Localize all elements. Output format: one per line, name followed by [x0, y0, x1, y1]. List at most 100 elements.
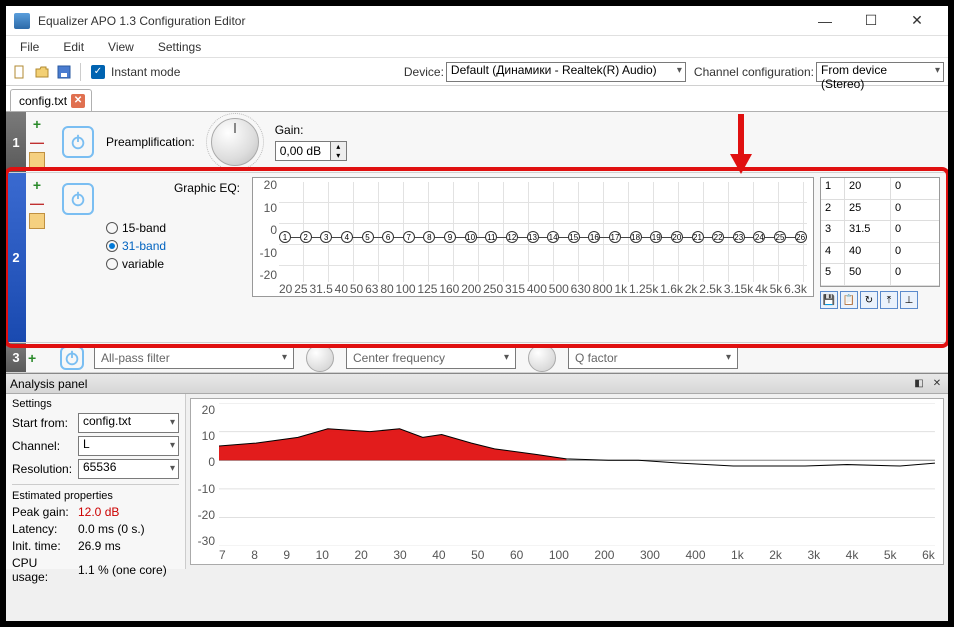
analysis-plot — [219, 403, 935, 546]
device-label: Device: — [404, 65, 444, 79]
channel-config-label: Channel configuration: — [694, 65, 814, 79]
gain-label: Gain: — [275, 123, 347, 137]
tab-label: config.txt — [19, 94, 67, 108]
resolution-select[interactable]: 65536 — [78, 459, 179, 479]
resolution-label: Resolution: — [12, 462, 74, 476]
window-title: Equalizer APO 1.3 Configuration Editor — [38, 14, 802, 28]
analysis-chart[interactable]: 20100-10-20-30 7891020304050601002003004… — [190, 398, 944, 565]
center-freq-knob[interactable] — [306, 344, 334, 372]
invert-eq-icon[interactable]: ↻ — [860, 291, 878, 309]
latency-value: 0.0 ms (0 s.) — [78, 522, 145, 536]
save-file-icon[interactable] — [54, 62, 74, 82]
radio-31-band[interactable]: 31-band — [106, 239, 246, 253]
panel-float-icon[interactable]: ◧ — [912, 377, 926, 391]
block-number-2: 2 — [6, 173, 26, 342]
toolbar-separator — [80, 63, 81, 81]
q-factor-select[interactable]: Q factor▾ — [568, 347, 738, 369]
menu-edit[interactable]: Edit — [53, 38, 94, 56]
q-factor-knob[interactable] — [528, 344, 556, 372]
app-icon — [14, 13, 30, 29]
remove-button[interactable]: — — [30, 134, 44, 150]
device-select[interactable]: Default (Динамики - Realtek(R) Audio) — [446, 62, 686, 82]
radio-15-band[interactable]: 15-band — [106, 221, 246, 235]
filter-type-select[interactable]: All-pass filter▾ — [94, 347, 294, 369]
menu-settings[interactable]: Settings — [148, 38, 211, 56]
eq-band-handles[interactable]: 1234567891011121314151617181920212223242… — [279, 231, 807, 243]
analysis-y-axis: 20100-10-20-30 — [195, 403, 215, 548]
titlebar: Equalizer APO 1.3 Configuration Editor —… — [6, 6, 948, 36]
minimize-button[interactable]: — — [802, 6, 848, 36]
power-toggle[interactable] — [62, 183, 94, 215]
graphic-eq-label: Graphic EQ: — [106, 181, 246, 195]
eq-table-toolbar: 💾 📋 ↻ ⤒ ⊥ — [820, 291, 940, 309]
edit-button[interactable] — [29, 152, 45, 168]
peak-gain-value: 12.0 dB — [78, 505, 119, 519]
power-toggle[interactable] — [60, 346, 84, 370]
clipboard-eq-icon[interactable]: 📋 — [840, 291, 858, 309]
maximize-button[interactable]: ☐ — [848, 6, 894, 36]
radio-variable[interactable]: variable — [106, 257, 246, 271]
cpu-usage-value: 1.1 % (one core) — [78, 563, 167, 577]
reset-eq-icon[interactable]: ⊥ — [900, 291, 918, 309]
init-time-label: Init. time: — [12, 539, 74, 553]
add-button[interactable]: + — [33, 116, 41, 132]
tab-config[interactable]: config.txt ✕ — [10, 89, 92, 111]
gain-knob[interactable] — [211, 118, 259, 166]
analysis-x-axis: 7891020304050601002003004001k2k3k4k5k6k — [219, 548, 935, 562]
start-from-label: Start from: — [12, 416, 74, 430]
block3-controls: + — [26, 343, 48, 372]
main-area: 1 + — Preamplification: Gain: ▴▾ — [6, 112, 948, 621]
center-freq-select[interactable]: Center frequency▾ — [346, 347, 516, 369]
eq-table[interactable]: 12002250331.5044005500 — [820, 177, 940, 287]
eq-x-axis: 202531.540506380100125160200250315400500… — [279, 282, 807, 296]
preamp-label: Preamplification: — [106, 135, 195, 149]
latency-label: Latency: — [12, 522, 74, 536]
spin-down-icon[interactable]: ▾ — [331, 151, 346, 160]
block-number-3: 3 — [6, 343, 26, 372]
block1-controls: + — — [26, 112, 48, 172]
normalize-eq-icon[interactable]: ⤒ — [880, 291, 898, 309]
toolbar: ✓ Instant mode Device: Default (Динамики… — [6, 58, 948, 86]
channel-config-select[interactable]: From device (Stereo) — [816, 62, 944, 82]
analysis-header: Analysis panel ◧ ✕ — [6, 374, 948, 394]
tabstrip: config.txt ✕ — [6, 86, 948, 112]
spin-up-icon[interactable]: ▴ — [331, 142, 346, 151]
gain-input[interactable] — [275, 141, 331, 161]
add-button[interactable]: + — [28, 350, 36, 366]
instant-mode-checkbox[interactable]: ✓ — [91, 65, 105, 79]
est-props-label: Estimated properties — [12, 490, 179, 502]
analysis-panel: Analysis panel ◧ ✕ Settings Start from: c… — [6, 373, 948, 569]
panel-close-icon[interactable]: ✕ — [930, 377, 944, 391]
edit-button[interactable] — [29, 213, 45, 229]
new-file-icon[interactable] — [10, 62, 30, 82]
block-number-1: 1 — [6, 112, 26, 172]
analysis-sidebar: Settings Start from: config.txt Channel: L… — [6, 394, 186, 569]
block-allpass-filter: 3 + All-pass filter▾ Center frequency▾ Q… — [6, 343, 948, 373]
start-from-select[interactable]: config.txt — [78, 413, 179, 433]
block-preamp: 1 + — Preamplification: Gain: ▴▾ — [6, 112, 948, 173]
remove-button[interactable]: — — [30, 195, 44, 211]
peak-gain-label: Peak gain: — [12, 505, 74, 519]
menu-view[interactable]: View — [98, 38, 144, 56]
menu-file[interactable]: File — [10, 38, 49, 56]
open-file-icon[interactable] — [32, 62, 52, 82]
analysis-title: Analysis panel — [10, 377, 87, 391]
eq-y-axis: 20100-10-20 — [255, 178, 277, 282]
cpu-usage-label: CPU usage: — [12, 556, 74, 584]
save-eq-icon[interactable]: 💾 — [820, 291, 838, 309]
app-window: Equalizer APO 1.3 Configuration Editor —… — [5, 5, 949, 622]
channel-select[interactable]: L — [78, 436, 179, 456]
block2-controls: + — — [26, 173, 48, 342]
block-graphic-eq: 2 + — Graphic EQ: 15-band 31-band variab… — [6, 173, 948, 343]
menubar: File Edit View Settings — [6, 36, 948, 58]
close-button[interactable]: ✕ — [894, 6, 940, 36]
power-toggle[interactable] — [62, 126, 94, 158]
eq-chart[interactable]: 20100-10-20 1234567891011121314151617181… — [252, 177, 814, 297]
add-button[interactable]: + — [33, 177, 41, 193]
channel-label: Channel: — [12, 439, 74, 453]
gain-spinbox[interactable]: ▴▾ — [275, 141, 347, 161]
analysis-settings-label: Settings — [12, 398, 179, 410]
init-time-value: 26.9 ms — [78, 539, 121, 553]
close-tab-icon[interactable]: ✕ — [71, 94, 85, 108]
instant-mode-label: Instant mode — [111, 65, 180, 79]
